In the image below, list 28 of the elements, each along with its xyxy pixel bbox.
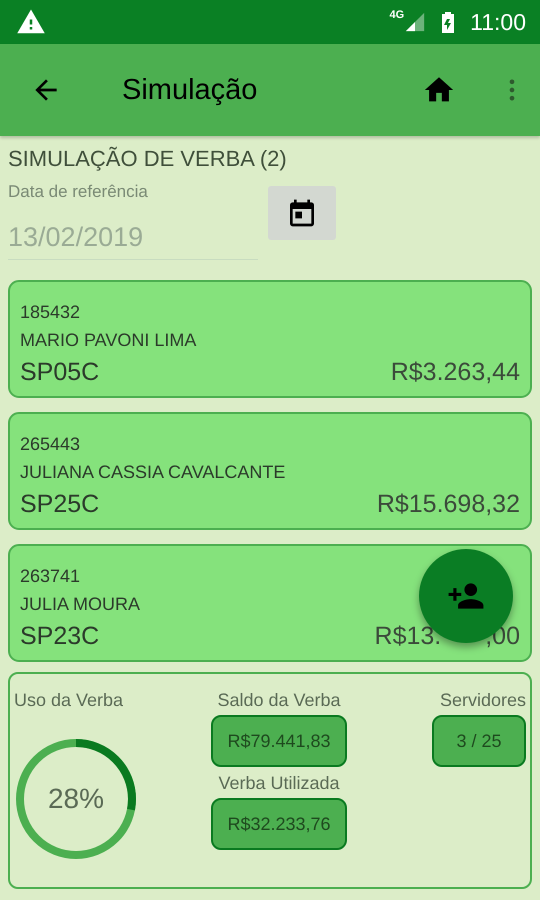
usage-label: Uso da Verba [14,690,124,711]
balance-value: R$79.441,83 [211,715,347,767]
server-card[interactable]: 185432 MARIO PAVONI LIMA SP05C R$3.263,44 [8,280,532,398]
server-value: R$15.698,32 [376,490,520,519]
server-value: R$13. [374,622,442,651]
signal-icon [404,11,426,33]
used-label: Verba Utilizada [218,773,340,794]
server-class: SP25C [20,490,100,519]
server-value: R$3.263,44 [390,358,520,387]
section-title: SIMULAÇÃO DE VERBA (2) [8,146,288,172]
server-class: SP23C [20,622,100,651]
usage-percent: 28% [46,783,106,815]
servers-label: Servidores [440,690,526,711]
server-name: MARIO PAVONI LIMA [20,329,196,352]
network-label: 4G [389,9,404,21]
servers-count: 3 / 25 [432,715,526,767]
balance-label: Saldo da Verba [217,690,341,711]
app-bar-title: Simulação [122,74,258,106]
server-id: 265443 [20,433,80,456]
server-id: 263741 [20,565,80,588]
server-id: 185432 [20,301,80,324]
calendar-button[interactable] [268,186,336,240]
server-card[interactable]: 265443 JULIANA CASSIA CAVALCANTE SP25C R$15.698,32 [8,412,532,530]
server-class: SP05C [20,358,100,387]
clock-time: 11:00 [470,8,526,36]
server-name: JULIANA CASSIA CAVALCANTE [20,461,286,484]
used-value: R$32.233,76 [211,798,347,850]
server-name: JULIA MOURA [20,593,140,616]
